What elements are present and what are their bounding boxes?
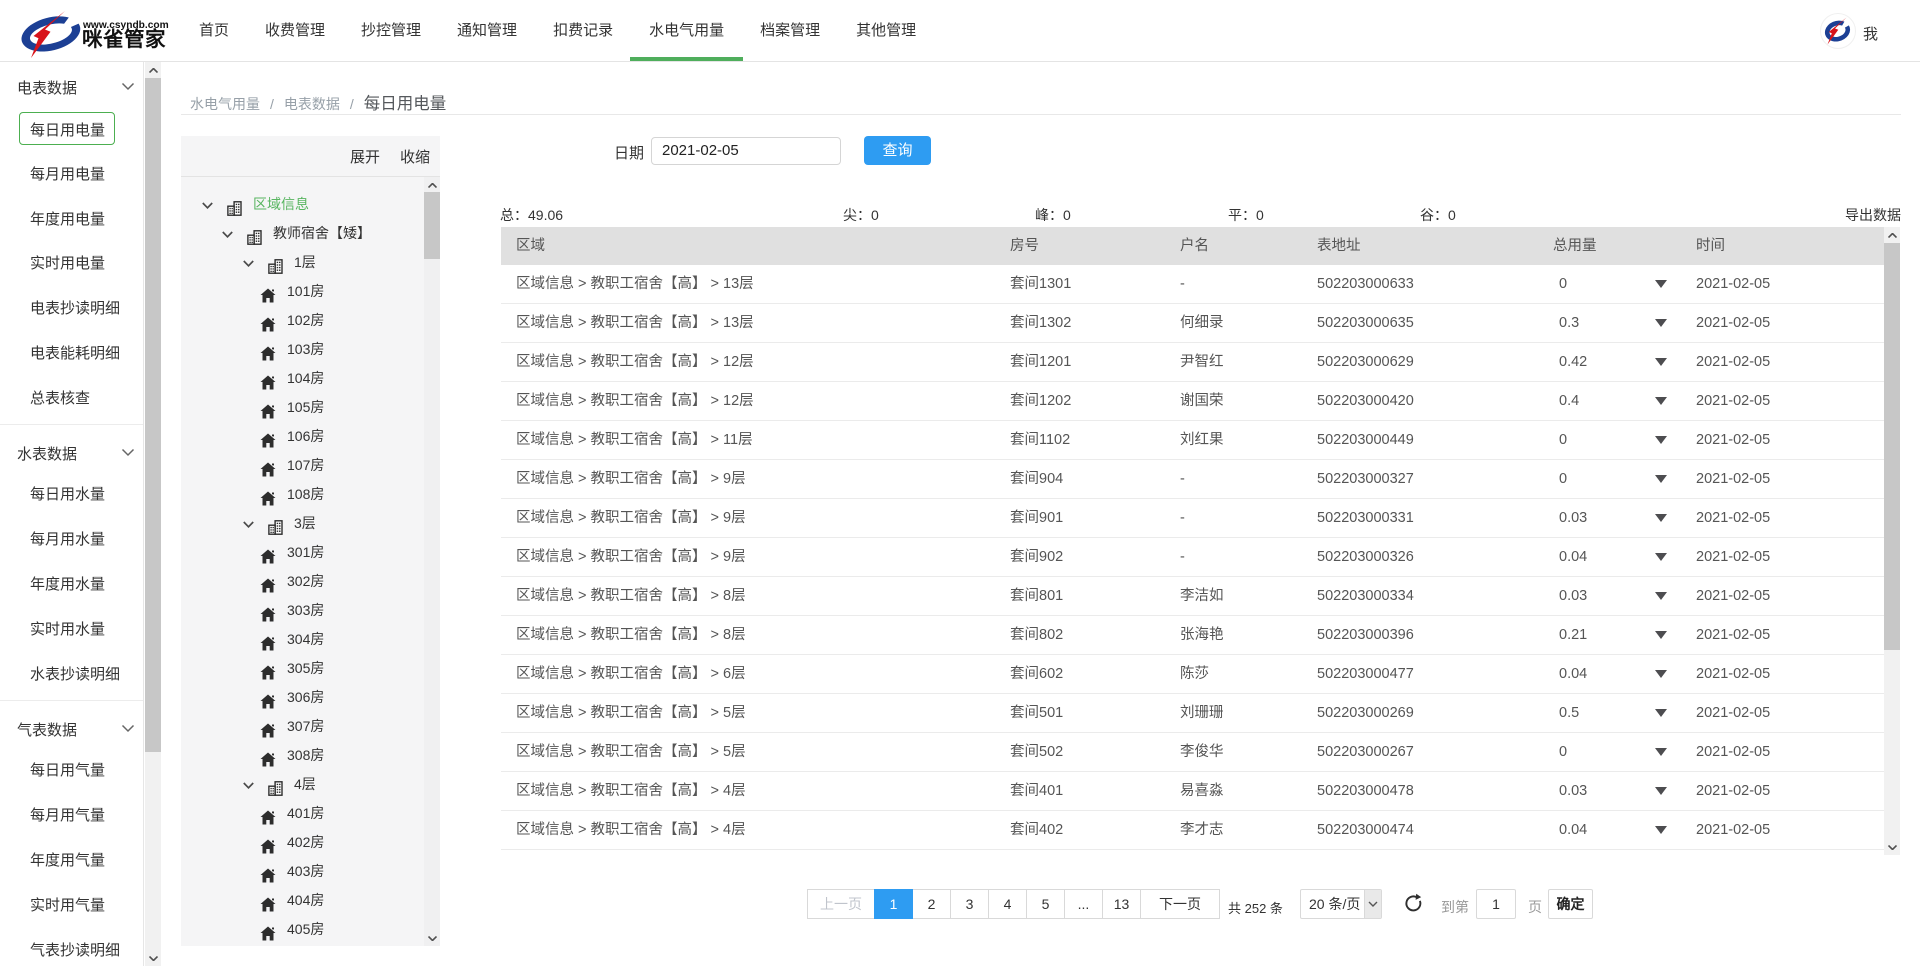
svg-text:咪雀管家: 咪雀管家 [82, 27, 166, 51]
